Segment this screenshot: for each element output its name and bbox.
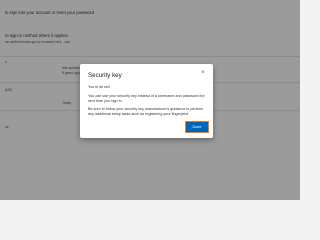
security-key-dialog: Security key × You're all set! You can u… <box>80 64 213 138</box>
close-icon[interactable]: × <box>199 69 207 77</box>
dialog-title: Security key <box>88 72 122 79</box>
dialog-body-text: You can use your security key instead of… <box>88 94 205 103</box>
dialog-status-text: You're all set! <box>88 85 110 89</box>
done-button[interactable]: Done <box>184 120 210 134</box>
dialog-note-text: Be sure to follow your security key manu… <box>88 107 204 116</box>
